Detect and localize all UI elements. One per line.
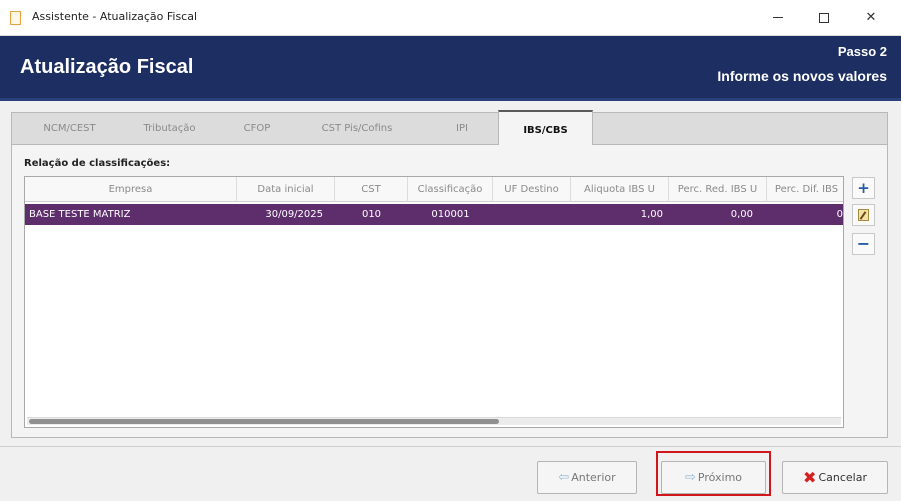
highlight-annotation [656,451,771,496]
maximize-button[interactable] [806,6,842,30]
column-header-empresa[interactable]: Empresa [25,177,237,202]
column-header-perc-red-ibs[interactable]: Perc. Red. IBS U [669,177,767,202]
cell-perc-dif-ibs: 0 [836,209,843,220]
maximize-icon [819,12,829,23]
table-row[interactable]: BASE TESTE MATRIZ 30/09/2025 010 010001 … [25,204,843,225]
column-header-data-inicial[interactable]: Data inicial [237,177,335,202]
edit-row-button[interactable] [852,204,875,226]
step-subtitle: Informe os novos valores [717,68,887,84]
classifications-grid[interactable]: Empresa Data inicial CST Classificação U… [24,176,844,428]
header-divider [0,98,901,101]
cancel-button-label: Cancelar [818,471,867,484]
plus-icon: + [857,179,870,197]
column-header-uf-destino[interactable]: UF Destino [493,177,571,202]
cell-classificacao: 010001 [431,209,470,220]
cell-aliquota-ibs: 1,00 [640,209,663,220]
column-header-classificacao[interactable]: Classificação [408,177,493,202]
tab-ibs-cbs[interactable]: IBS/CBS [498,110,593,146]
scrollbar-thumb[interactable] [29,419,499,424]
app-icon [10,11,21,25]
previous-button[interactable]: ⇦ Anterior [537,461,637,494]
footer-divider [0,446,901,447]
column-header-aliquota-ibs[interactable]: Aliquota IBS U [571,177,669,202]
minimize-icon [773,17,783,18]
column-header-cst[interactable]: CST [335,177,408,202]
cancel-button[interactable]: ✖ Cancelar [782,461,888,494]
previous-button-label: Anterior [571,471,616,484]
section-label: Relação de classificações: [24,158,171,169]
window-title: Assistente - Atualização Fiscal [32,10,198,23]
grid-header: Empresa Data inicial CST Classificação U… [25,177,843,202]
edit-icon [858,209,869,221]
cell-cst: 010 [361,209,382,220]
arrow-left-icon: ⇦ [558,470,570,485]
step-indicator: Passo 2 [837,44,887,59]
cell-data-inicial: 30/09/2025 [265,209,323,220]
column-header-perc-dif-ibs[interactable]: Perc. Dif. IBS [767,177,843,202]
cell-empresa: BASE TESTE MATRIZ [29,209,131,220]
tab-ncm-cest[interactable]: NCM/CEST [22,113,117,144]
wizard-header: Atualização Fiscal Passo 2 Informe os no… [0,36,901,98]
tab-strip: NCM/CEST Tributação CFOP CST Pis/Cofins … [11,110,888,146]
remove-row-button[interactable]: − [852,233,875,255]
close-icon: ✕ [865,10,877,25]
header-title: Atualização Fiscal [20,56,194,78]
horizontal-scrollbar[interactable] [27,417,841,425]
cell-uf-destino [493,204,571,225]
window-titlebar: Assistente - Atualização Fiscal ✕ [0,0,901,36]
minus-icon: − [856,234,871,253]
cell-perc-red-ibs: 0,00 [730,209,753,220]
cancel-x-icon: ✖ [803,468,817,487]
tab-cfop[interactable]: CFOP [222,113,292,144]
add-row-button[interactable]: + [852,177,875,199]
close-button[interactable]: ✕ [853,6,889,30]
tab-tributacao[interactable]: Tributação [122,113,217,144]
tab-cst-pis-cofins[interactable]: CST Pis/Cofins [302,113,412,144]
minimize-button[interactable] [760,6,796,30]
tab-ipi[interactable]: IPI [422,113,502,144]
